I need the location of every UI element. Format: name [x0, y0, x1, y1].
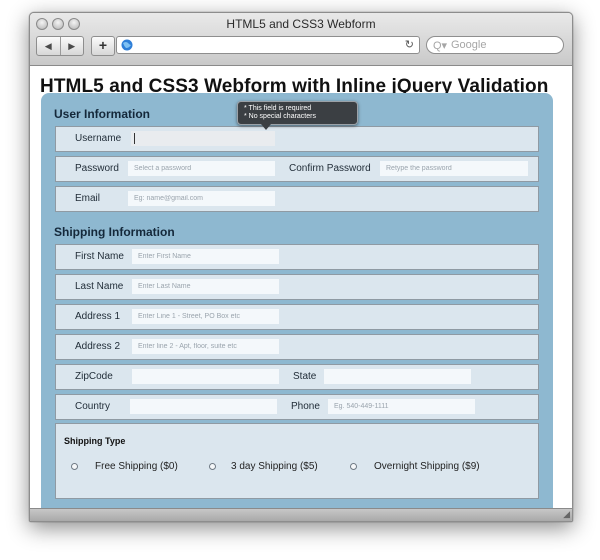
window-title: HTML5 and CSS3 Webform	[226, 17, 376, 31]
radio-button-icon[interactable]	[350, 463, 357, 470]
resize-grip-icon[interactable]: ◢	[563, 509, 570, 520]
username-label: Username	[75, 133, 122, 144]
shipping-info-heading: Shipping Information	[54, 225, 175, 239]
radio-button-icon[interactable]	[71, 463, 78, 470]
address1-input[interactable]	[132, 309, 279, 324]
address2-label: Address 2	[75, 341, 121, 352]
email-label: Email	[75, 193, 101, 204]
add-bookmark-button[interactable]: +	[91, 36, 115, 56]
page-content: HTML5 and CSS3 Webform with Inline jQuer…	[30, 66, 572, 513]
tooltip-line: * This field is required	[244, 105, 312, 112]
shipping-type-heading: Shipping Type	[64, 436, 126, 446]
shipping-option-label: 3 day Shipping ($5)	[231, 461, 318, 472]
confirm-password-label: Confirm Password	[289, 163, 371, 174]
search-icon: Q▾	[433, 40, 448, 52]
shipping-option-overnight[interactable]: Overnight Shipping ($9)	[350, 461, 480, 472]
country-label: Country	[75, 401, 111, 412]
globe-icon	[121, 39, 133, 51]
first-name-input[interactable]	[132, 249, 279, 264]
username-input[interactable]	[131, 131, 275, 146]
status-bar: ◢	[30, 508, 572, 521]
last-name-label: Last Name	[75, 281, 124, 292]
tooltip-arrow	[261, 124, 271, 130]
password-label: Password	[75, 163, 119, 174]
search-field[interactable]: Q▾ Google	[426, 36, 564, 54]
shipping-type-row: Shipping Type Free Shipping ($0) 3 day S…	[55, 423, 539, 499]
radio-button-icon[interactable]	[209, 463, 216, 470]
shipping-option-free[interactable]: Free Shipping ($0)	[71, 461, 178, 472]
validation-tooltip: * This field is required * No special ch…	[237, 101, 358, 125]
zipcode-state-row: ZipCode State	[55, 364, 539, 390]
shipping-option-label: Overnight Shipping ($9)	[374, 461, 480, 472]
zipcode-label: ZipCode	[75, 371, 113, 382]
text-caret	[134, 133, 135, 144]
title-bar: HTML5 and CSS3 Webform ◀ ▶ + ↻ Q▾ Google	[30, 13, 572, 66]
state-input[interactable]	[324, 369, 471, 384]
phone-input[interactable]	[328, 399, 475, 414]
history-nav: ◀ ▶	[36, 36, 84, 56]
country-phone-row: Country Phone	[55, 394, 539, 420]
last-name-row: Last Name	[55, 274, 539, 300]
state-label: State	[293, 371, 317, 382]
email-input[interactable]	[128, 191, 275, 206]
address2-row: Address 2	[55, 334, 539, 360]
last-name-input[interactable]	[132, 279, 279, 294]
shipping-option-3day[interactable]: 3 day Shipping ($5)	[209, 461, 318, 472]
back-arrow-icon: ◀	[44, 41, 52, 51]
address-bar[interactable]: ↻	[116, 36, 420, 54]
email-row: Email	[55, 186, 539, 212]
first-name-row: First Name	[55, 244, 539, 270]
first-name-label: First Name	[75, 251, 124, 262]
forward-arrow-icon: ▶	[68, 41, 76, 51]
address2-input[interactable]	[132, 339, 279, 354]
back-button[interactable]: ◀	[37, 37, 60, 55]
form-panel: User Information Username Password Confi…	[41, 93, 553, 513]
password-row: Password Confirm Password	[55, 156, 539, 182]
tooltip-line: * No special characters	[244, 113, 316, 120]
address1-label: Address 1	[75, 311, 121, 322]
address1-row: Address 1	[55, 304, 539, 330]
shipping-option-label: Free Shipping ($0)	[95, 461, 178, 472]
search-placeholder: Google	[451, 39, 487, 51]
confirm-password-input[interactable]	[380, 161, 528, 176]
zipcode-input[interactable]	[132, 369, 279, 384]
phone-label: Phone	[291, 401, 320, 412]
username-row: Username	[55, 126, 539, 152]
user-info-heading: User Information	[54, 107, 151, 121]
reload-icon[interactable]: ↻	[405, 38, 414, 51]
forward-button[interactable]: ▶	[59, 37, 84, 55]
password-input[interactable]	[128, 161, 275, 176]
browser-window: HTML5 and CSS3 Webform ◀ ▶ + ↻ Q▾ Google…	[29, 12, 573, 522]
country-input[interactable]	[130, 399, 277, 414]
